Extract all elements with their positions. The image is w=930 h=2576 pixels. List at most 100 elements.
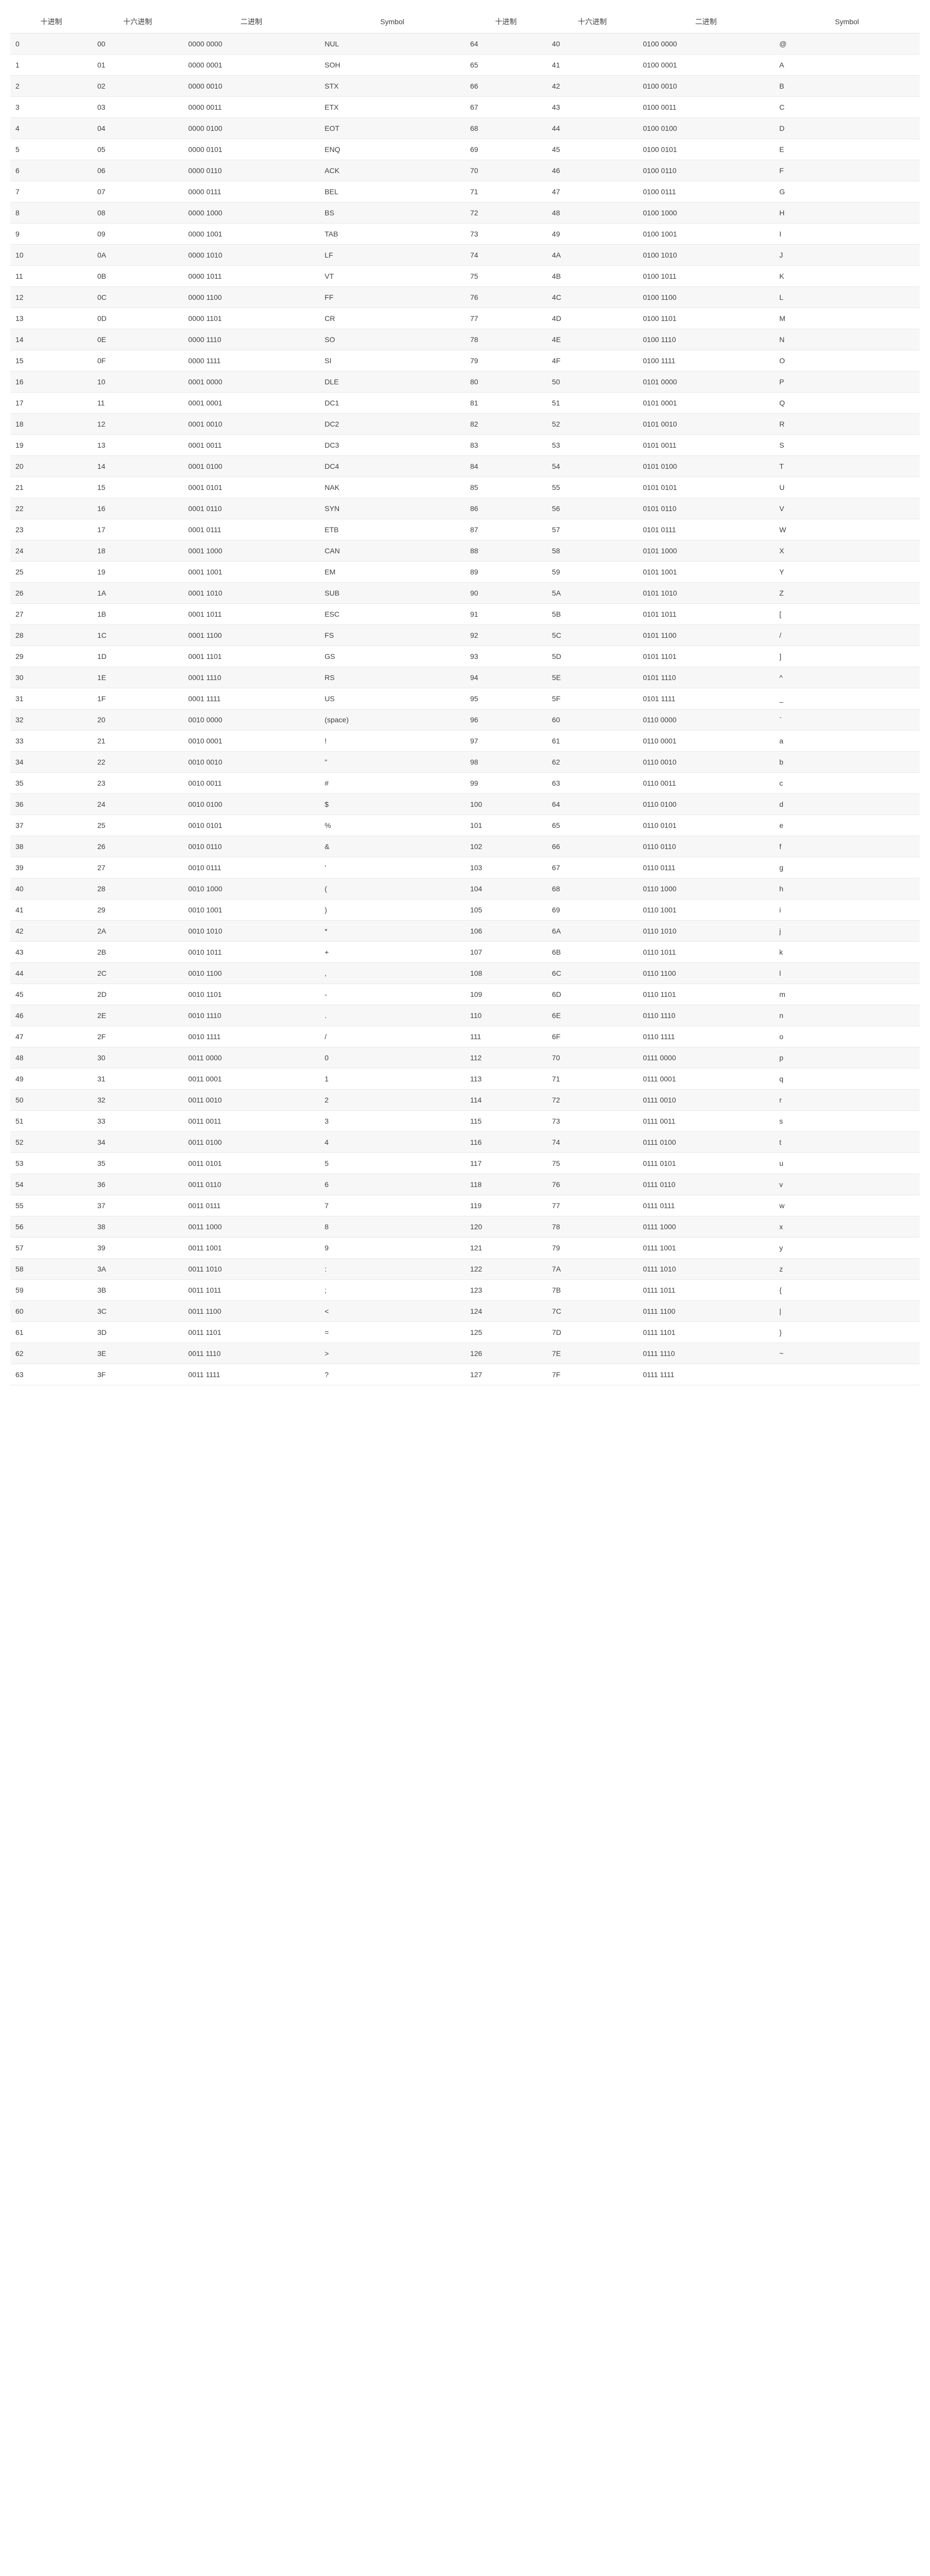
table-cell: E	[774, 139, 920, 160]
table-cell: 0110 0100	[638, 794, 774, 815]
table-cell: 0101 1111	[638, 688, 774, 709]
table-cell: v	[774, 1174, 920, 1195]
table-cell: 7C	[547, 1301, 638, 1322]
table-cell: .	[319, 1005, 465, 1026]
table-cell: 68	[465, 118, 547, 139]
table-cell: 17	[92, 519, 183, 540]
table-row: 130D0000 1101CR774D0100 1101M	[10, 308, 920, 329]
table-cell: 127	[465, 1364, 547, 1385]
table-cell: 01	[92, 55, 183, 76]
table-cell: [	[774, 604, 920, 625]
table-cell: 0011 1101	[183, 1322, 320, 1343]
table-cell: 0101 1010	[638, 583, 774, 604]
table-cell: 0100 0100	[638, 118, 774, 139]
table-cell: 0B	[92, 266, 183, 287]
table-cell: =	[319, 1322, 465, 1343]
table-cell: US	[319, 688, 465, 709]
table-cell: 69	[547, 900, 638, 921]
table-cell: 7B	[547, 1280, 638, 1301]
table-cell: 0111 0010	[638, 1090, 774, 1111]
table-row: 48300011 00000112700111 0000p	[10, 1047, 920, 1069]
table-row: 38260010 0110&102660110 0110f	[10, 836, 920, 857]
table-cell: 11	[92, 393, 183, 414]
table-cell: @	[774, 33, 920, 55]
table-cell: 0010 0111	[183, 857, 320, 878]
table-cell: 32	[10, 709, 92, 731]
table-cell: 55	[10, 1195, 92, 1216]
table-cell: 52	[547, 414, 638, 435]
table-cell: 16	[92, 498, 183, 519]
table-cell: '	[319, 857, 465, 878]
table-cell: K	[774, 266, 920, 287]
table-cell: 0000 0010	[183, 76, 320, 97]
table-cell: 0111 0100	[638, 1132, 774, 1153]
table-cell: 12	[10, 287, 92, 308]
table-cell: 4E	[547, 329, 638, 350]
table-cell: 7E	[547, 1343, 638, 1364]
table-cell: 89	[465, 562, 547, 583]
table-row: 56380011 10008120780111 1000x	[10, 1216, 920, 1238]
table-cell: 0101 0101	[638, 477, 774, 498]
table-cell: 0011 1110	[183, 1343, 320, 1364]
table-cell: c	[774, 773, 920, 794]
table-cell: TAB	[319, 224, 465, 245]
table-cell: 63	[10, 1364, 92, 1385]
table-cell: SI	[319, 350, 465, 371]
table-cell: 0110 1011	[638, 942, 774, 963]
table-cell: 0000 1010	[183, 245, 320, 266]
table-cell: 0100 0111	[638, 181, 774, 202]
table-row: 472F0010 1111/1116F0110 1111o	[10, 1026, 920, 1047]
table-cell: ETB	[319, 519, 465, 540]
table-cell: 2B	[92, 942, 183, 963]
table-row: 40280010 1000(104680110 1000h	[10, 878, 920, 900]
table-cell: 0101 1011	[638, 604, 774, 625]
table-cell: SUB	[319, 583, 465, 604]
table-cell: 126	[465, 1343, 547, 1364]
table-cell: 59	[547, 562, 638, 583]
table-cell: 1	[10, 55, 92, 76]
table-cell: 27	[92, 857, 183, 878]
table-cell: 37	[10, 815, 92, 836]
table-cell: <	[319, 1301, 465, 1322]
table-cell: DC4	[319, 456, 465, 477]
table-cell: 67	[465, 97, 547, 118]
table-cell: 33	[10, 731, 92, 752]
table-cell: 0011 0101	[183, 1153, 320, 1174]
table-cell: 0101 0111	[638, 519, 774, 540]
table-cell: F	[774, 160, 920, 181]
table-cell: U	[774, 477, 920, 498]
table-cell: CR	[319, 308, 465, 329]
table-cell: +	[319, 942, 465, 963]
table-cell: 104	[465, 878, 547, 900]
table-cell: 3F	[92, 1364, 183, 1385]
table-cell: 60	[10, 1301, 92, 1322]
table-cell: 13	[92, 435, 183, 456]
table-row: 7070000 0111BEL71470100 0111G	[10, 181, 920, 202]
table-cell: 56	[547, 498, 638, 519]
table-cell: 6E	[547, 1005, 638, 1026]
header-cell: 二进制	[183, 10, 320, 33]
table-cell: 20	[92, 709, 183, 731]
table-cell: 0101 0011	[638, 435, 774, 456]
table-cell: 06	[92, 160, 183, 181]
table-cell: 0101 0001	[638, 393, 774, 414]
table-row: 36240010 0100$100640110 0100d	[10, 794, 920, 815]
table-cell: 2	[10, 76, 92, 97]
table-cell: 9	[319, 1238, 465, 1259]
table-cell: d	[774, 794, 920, 815]
table-cell: 02	[92, 76, 183, 97]
table-cell: {	[774, 1280, 920, 1301]
table-cell: 0001 0100	[183, 456, 320, 477]
table-cell: V	[774, 498, 920, 519]
table-cell: 15	[10, 350, 92, 371]
table-cell: 0100 0001	[638, 55, 774, 76]
table-cell: 0100 1110	[638, 329, 774, 350]
table-cell: 0000 1111	[183, 350, 320, 371]
table-cell: 0010 0100	[183, 794, 320, 815]
table-cell: 07	[92, 181, 183, 202]
table-row: 5050000 0101ENQ69450100 0101E	[10, 139, 920, 160]
table-cell: 0110 1101	[638, 984, 774, 1005]
table-cell: 1A	[92, 583, 183, 604]
table-cell: 3	[10, 97, 92, 118]
table-cell: 120	[465, 1216, 547, 1238]
